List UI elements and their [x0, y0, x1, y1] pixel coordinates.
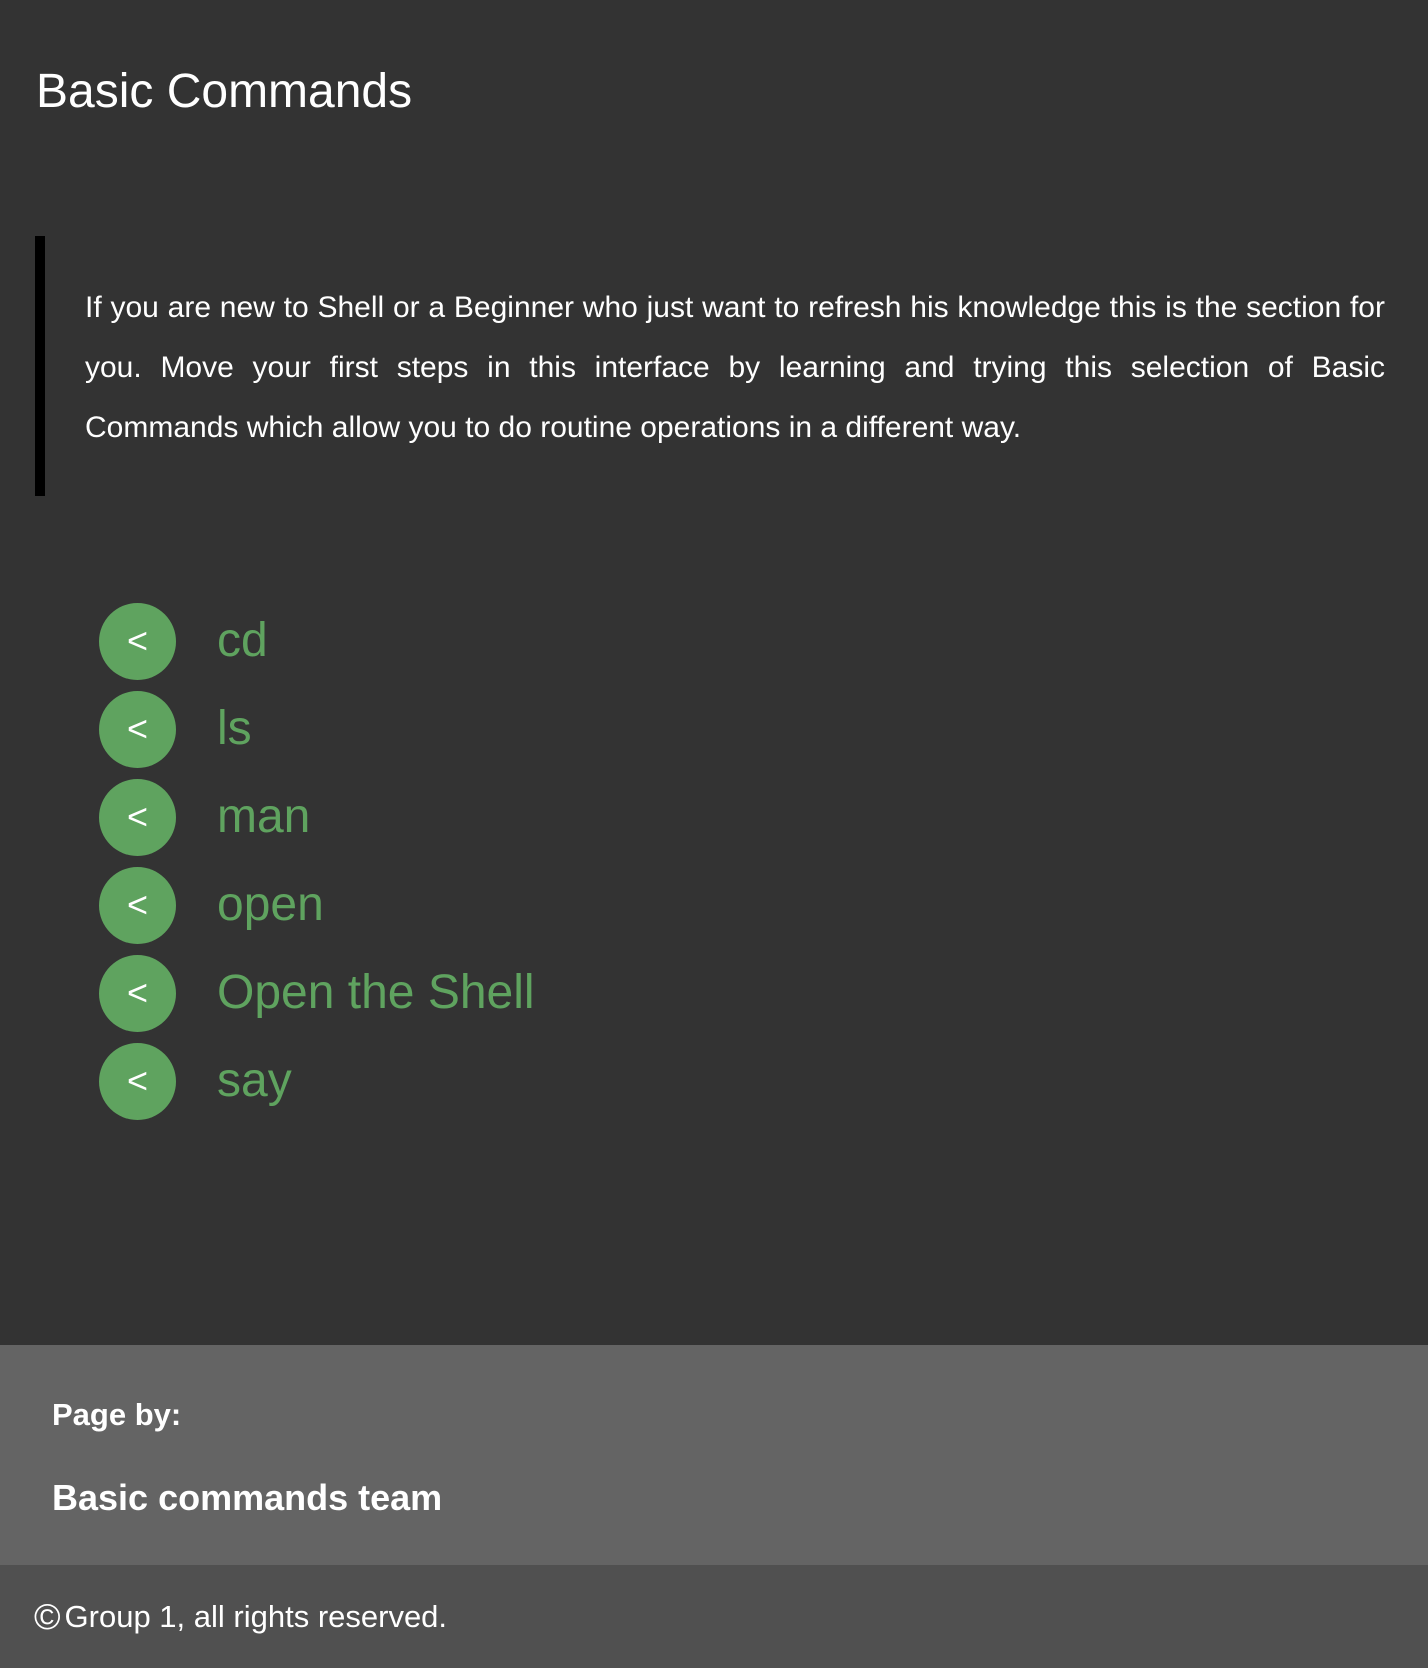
command-item-ls[interactable]: < ls — [99, 685, 535, 773]
command-list: < cd < ls < man < open < Open the Shell … — [99, 597, 535, 1125]
chevron-left-icon[interactable]: < — [99, 954, 176, 1032]
chevron-left-icon[interactable]: < — [99, 866, 176, 944]
command-label[interactable]: ls — [217, 699, 252, 759]
command-item-open[interactable]: < open — [99, 861, 535, 949]
page-by-label: Page by: — [52, 1397, 182, 1432]
copyright-text-row: © Group 1, all rights reserved. — [34, 1597, 447, 1637]
footer-copyright: © Group 1, all rights reserved. — [0, 1565, 1428, 1668]
main-content: Basic Commands If you are new to Shell o… — [0, 0, 1428, 1345]
page-title: Basic Commands — [36, 65, 413, 118]
footer-credits: Page by: Basic commands team — [0, 1345, 1428, 1565]
command-label[interactable]: man — [217, 787, 310, 847]
command-item-cd[interactable]: < cd — [99, 597, 535, 685]
command-item-open-the-shell[interactable]: < Open the Shell — [99, 949, 535, 1037]
command-label[interactable]: cd — [217, 611, 268, 671]
chevron-left-icon[interactable]: < — [99, 778, 176, 856]
intro-text: If you are new to Shell or a Beginner wh… — [85, 291, 1385, 444]
chevron-left-icon[interactable]: < — [99, 1042, 176, 1120]
copyright-icon: © — [34, 1596, 61, 1637]
command-label[interactable]: say — [217, 1051, 292, 1111]
chevron-left-icon[interactable]: < — [99, 602, 176, 680]
command-item-say[interactable]: < say — [99, 1037, 535, 1125]
chevron-left-icon[interactable]: < — [99, 690, 176, 768]
command-item-man[interactable]: < man — [99, 773, 535, 861]
intro-blockquote: If you are new to Shell or a Beginner wh… — [35, 236, 1385, 496]
copyright-text: Group 1, all rights reserved. — [64, 1599, 448, 1634]
team-name: Basic commands team — [52, 1477, 443, 1518]
command-label[interactable]: Open the Shell — [217, 963, 535, 1023]
command-label[interactable]: open — [217, 875, 324, 935]
